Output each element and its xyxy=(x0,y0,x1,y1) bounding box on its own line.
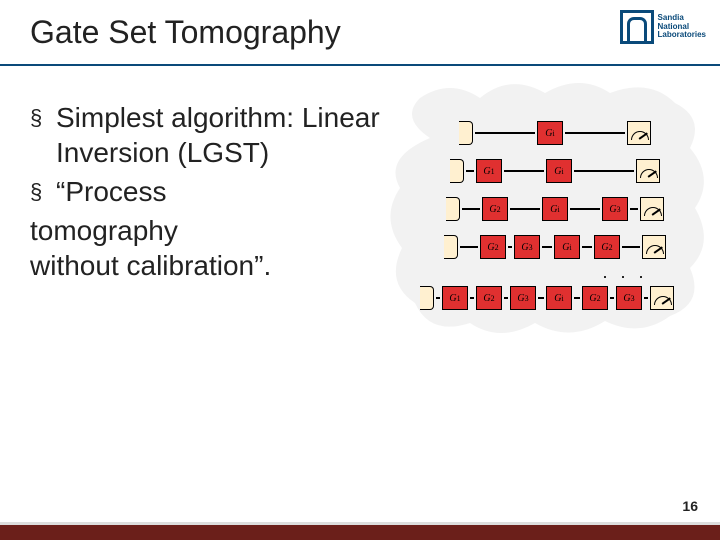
measure-icon xyxy=(640,197,664,221)
wire xyxy=(574,170,634,172)
gate-g2: G2 xyxy=(594,235,620,259)
logo-text: Sandia National Laboratories xyxy=(658,14,706,40)
wire xyxy=(574,297,580,299)
logo-line: Laboratories xyxy=(658,31,706,40)
gate-gi: Gi xyxy=(546,159,572,183)
wire xyxy=(504,170,544,172)
bullet-item: § “Process xyxy=(30,174,380,209)
gate-gi: Gi xyxy=(554,235,580,259)
thunderbird-icon xyxy=(620,10,654,44)
sequence-row: G1 G2 G3 Gi G2 G3 xyxy=(420,281,690,315)
gate-gi: Gi xyxy=(537,121,563,145)
wire xyxy=(570,208,600,210)
wire xyxy=(508,246,512,248)
gate-gi: Gi xyxy=(546,286,572,310)
wire xyxy=(582,246,592,248)
wire xyxy=(510,208,540,210)
diagram-cloud: Gi G1 Gi G2 Gi G3 xyxy=(380,78,710,338)
bullet-text: “Process xyxy=(56,174,166,209)
wire xyxy=(644,297,648,299)
footer-bar xyxy=(0,522,720,540)
wire xyxy=(622,246,640,248)
page-title: Gate Set Tomography xyxy=(30,14,341,51)
bullet-continuation: tomography xyxy=(30,213,380,248)
wire xyxy=(462,208,480,210)
wire xyxy=(565,132,625,134)
gate-g2: G2 xyxy=(480,235,506,259)
gate-g1: G1 xyxy=(476,159,502,183)
prep-icon xyxy=(450,159,464,183)
wire xyxy=(460,246,478,248)
wire xyxy=(504,297,508,299)
gate-sequence-diagram: Gi G1 Gi G2 Gi G3 xyxy=(420,116,690,319)
wire xyxy=(470,297,474,299)
measure-icon xyxy=(636,159,660,183)
sandia-logo: Sandia National Laboratories xyxy=(620,10,706,44)
wire xyxy=(610,297,614,299)
wire xyxy=(436,297,440,299)
sequence-row: G2 G3 Gi G2 xyxy=(420,230,690,264)
prep-icon xyxy=(446,197,460,221)
body-content: § Simplest algorithm: Linear Inversion (… xyxy=(30,100,380,283)
bullet-item: § Simplest algorithm: Linear Inversion (… xyxy=(30,100,380,170)
title-underline xyxy=(0,64,720,66)
gate-g1: G1 xyxy=(442,286,468,310)
wire xyxy=(466,170,474,172)
gate-g2: G2 xyxy=(476,286,502,310)
prep-icon xyxy=(444,235,458,259)
ellipsis: . . . xyxy=(560,262,690,283)
wire xyxy=(542,246,552,248)
wire xyxy=(475,132,535,134)
sequence-row: G1 Gi xyxy=(420,154,690,188)
prep-icon xyxy=(459,121,473,145)
page-number: 16 xyxy=(682,498,698,514)
wire xyxy=(630,208,638,210)
gate-g3: G3 xyxy=(602,197,628,221)
wire xyxy=(538,297,544,299)
gate-g3: G3 xyxy=(510,286,536,310)
bullet-continuation: without calibration”. xyxy=(30,248,380,283)
measure-icon xyxy=(650,286,674,310)
bullet-text: Simplest algorithm: Linear Inversion (LG… xyxy=(56,100,380,170)
gate-g3: G3 xyxy=(616,286,642,310)
gate-gi: Gi xyxy=(542,197,568,221)
gate-g2: G2 xyxy=(482,197,508,221)
prep-icon xyxy=(420,286,434,310)
slide: Gate Set Tomography Sandia National Labo… xyxy=(0,0,720,540)
measure-icon xyxy=(627,121,651,145)
gate-g2: G2 xyxy=(582,286,608,310)
sequence-row: G2 Gi G3 xyxy=(420,192,690,226)
gate-g3: G3 xyxy=(514,235,540,259)
bullet-marker: § xyxy=(30,174,56,206)
sequence-row: Gi xyxy=(420,116,690,150)
measure-icon xyxy=(642,235,666,259)
bullet-marker: § xyxy=(30,100,56,132)
